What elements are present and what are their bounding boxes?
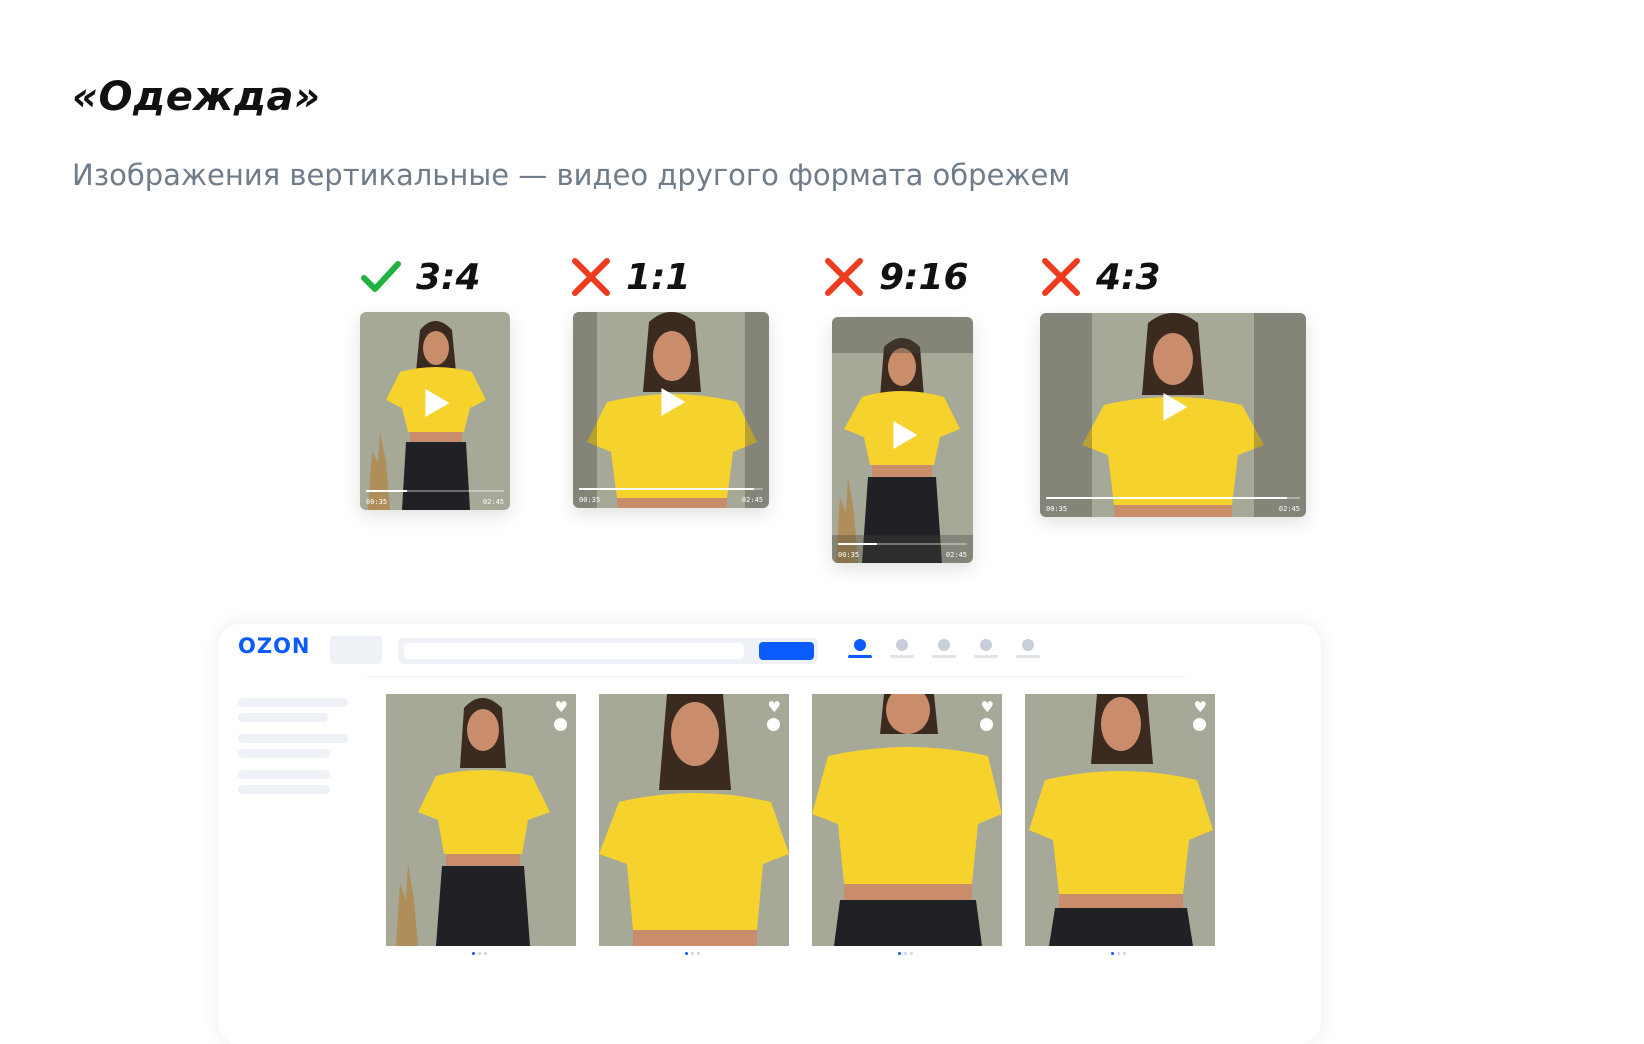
ozon-storefront-mockup: OZON ♥ ♥ ♥ ♥ bbox=[218, 624, 1321, 1044]
total-time: 02:45 bbox=[1278, 505, 1300, 513]
crop-overlay-left bbox=[1040, 313, 1092, 517]
progress-bar[interactable] bbox=[1046, 497, 1300, 499]
image-pager[interactable] bbox=[1111, 952, 1126, 955]
progress-fill bbox=[366, 490, 408, 492]
format-label-3-4: 3:4 bbox=[360, 254, 481, 300]
progress-bar[interactable] bbox=[366, 490, 504, 492]
video-preview-1-1[interactable]: 00:35 02:45 bbox=[573, 312, 769, 508]
format-ratio: 3:4 bbox=[416, 256, 481, 298]
cross-icon bbox=[572, 258, 610, 296]
heart-icon[interactable]: ♥ bbox=[555, 700, 568, 715]
play-icon[interactable] bbox=[425, 389, 450, 418]
page-title: «Одежда» bbox=[72, 74, 321, 120]
current-time: 00:35 bbox=[838, 551, 860, 559]
header-divider bbox=[366, 676, 1186, 677]
total-time: 02:45 bbox=[945, 551, 967, 559]
sidebar-item[interactable] bbox=[238, 713, 328, 722]
crop-overlay-top bbox=[832, 317, 973, 353]
search-button[interactable] bbox=[759, 642, 814, 660]
heart-icon[interactable]: ♥ bbox=[981, 700, 994, 715]
progress-bar[interactable] bbox=[579, 488, 763, 490]
more-options-icon[interactable] bbox=[767, 718, 780, 731]
play-icon[interactable] bbox=[661, 388, 686, 417]
cross-icon bbox=[825, 258, 863, 296]
product-card[interactable]: ♥ bbox=[1025, 694, 1215, 946]
product-card[interactable]: ♥ bbox=[812, 694, 1002, 946]
total-time: 02:45 bbox=[482, 498, 504, 506]
image-pager[interactable] bbox=[685, 952, 700, 955]
format-ratio: 9:16 bbox=[879, 256, 969, 298]
play-icon[interactable] bbox=[1163, 392, 1188, 421]
more-options-icon[interactable] bbox=[554, 718, 567, 731]
product-card[interactable]: ♥ bbox=[599, 694, 789, 946]
cross-icon bbox=[1042, 258, 1080, 296]
heart-icon[interactable]: ♥ bbox=[1194, 700, 1207, 715]
notifications-icon[interactable] bbox=[932, 639, 956, 661]
sidebar-item[interactable] bbox=[238, 770, 330, 779]
video-preview-3-4[interactable]: 00:35 02:45 bbox=[360, 312, 510, 510]
crop-overlay-right bbox=[745, 312, 769, 508]
progress-fill bbox=[579, 488, 754, 490]
progress-bar[interactable] bbox=[838, 543, 967, 545]
sidebar-item[interactable] bbox=[238, 749, 330, 758]
heart-icon[interactable]: ♥ bbox=[768, 700, 781, 715]
product-image bbox=[812, 694, 1002, 946]
progress-fill bbox=[838, 543, 877, 545]
image-pager[interactable] bbox=[472, 952, 487, 955]
more-options-icon[interactable] bbox=[980, 718, 993, 731]
search-input[interactable] bbox=[404, 643, 744, 659]
sidebar-item[interactable] bbox=[238, 698, 348, 707]
format-label-4-3: 4:3 bbox=[1040, 254, 1161, 300]
crop-overlay-left bbox=[573, 312, 597, 508]
crop-overlay-right bbox=[1254, 313, 1306, 517]
format-label-1-1: 1:1 bbox=[570, 254, 691, 300]
image-pager[interactable] bbox=[898, 952, 913, 955]
total-time: 02:45 bbox=[741, 496, 763, 504]
product-image bbox=[1025, 694, 1215, 946]
cart-icon[interactable] bbox=[1016, 639, 1040, 661]
format-ratio: 4:3 bbox=[1096, 256, 1161, 298]
current-time: 00:35 bbox=[1046, 505, 1068, 513]
page-subtitle: Изображения вертикальные — видео другого… bbox=[72, 158, 1071, 192]
sidebar-item[interactable] bbox=[238, 785, 330, 794]
search-bar[interactable] bbox=[398, 638, 818, 664]
catalog-button[interactable] bbox=[330, 636, 382, 664]
sidebar-item[interactable] bbox=[238, 734, 348, 743]
more-options-icon[interactable] bbox=[1193, 718, 1206, 731]
current-time: 00:35 bbox=[579, 496, 601, 504]
video-preview-4-3[interactable]: 00:35 02:45 bbox=[1040, 313, 1306, 517]
profile-icon[interactable] bbox=[848, 639, 872, 661]
current-time: 00:35 bbox=[366, 498, 388, 506]
product-image bbox=[599, 694, 789, 946]
format-label-9-16: 9:16 bbox=[823, 254, 969, 300]
progress-fill bbox=[1046, 497, 1288, 499]
play-icon[interactable] bbox=[892, 421, 917, 450]
checkmark-icon bbox=[361, 261, 401, 292]
video-preview-9-16[interactable]: 00:35 02:45 bbox=[832, 317, 973, 563]
product-card[interactable]: ♥ bbox=[386, 694, 576, 946]
product-image bbox=[386, 694, 576, 946]
format-ratio: 1:1 bbox=[626, 256, 691, 298]
orders-icon[interactable] bbox=[890, 639, 914, 661]
ozon-logo[interactable]: OZON bbox=[238, 634, 311, 658]
favorites-icon[interactable] bbox=[974, 639, 998, 661]
